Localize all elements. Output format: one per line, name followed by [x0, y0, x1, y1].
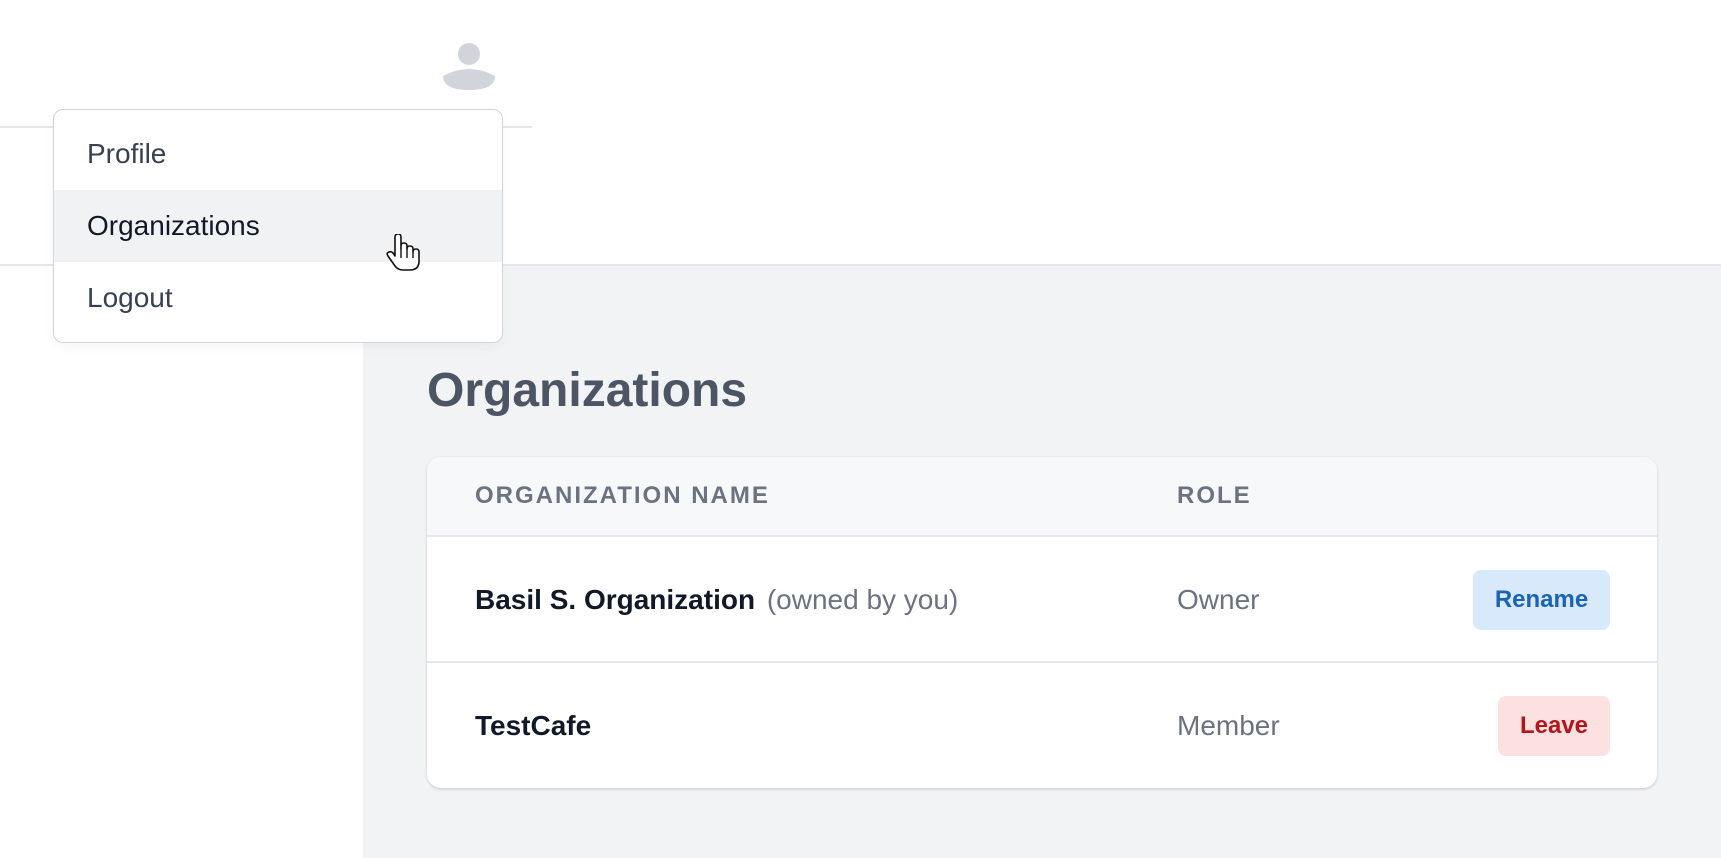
organization-name: TestCafe [475, 710, 592, 741]
organization-name: Basil S. Organization [475, 584, 756, 615]
ownership-note: (owned by you) [766, 584, 959, 615]
column-header-role: ROLE [1177, 482, 1252, 509]
table-row: Basil S. Organization (owned by you) Own… [427, 537, 1657, 663]
table-row: TestCafe Member Leave [427, 663, 1657, 788]
menu-item-profile[interactable]: Profile [54, 118, 502, 190]
menu-item-logout[interactable]: Logout [54, 262, 502, 334]
hand-pointer-cursor-icon [386, 233, 420, 272]
leave-button[interactable]: Leave [1498, 696, 1610, 756]
menu-item-organizations[interactable]: Organizations [54, 190, 502, 262]
user-dropdown-menu: Profile Organizations Logout [53, 109, 503, 343]
organization-name-cell: TestCafe [475, 663, 591, 788]
user-avatar-icon[interactable] [440, 40, 498, 98]
role-cell: Owner [1177, 584, 1260, 615]
column-header-organization-name: ORGANIZATION NAME [475, 482, 770, 509]
page: Organizations ORGANIZATION NAME ROLE Bas… [0, 0, 1721, 858]
organization-name-cell: Basil S. Organization (owned by you) [475, 537, 958, 663]
table-header: ORGANIZATION NAME ROLE [427, 457, 1657, 537]
sidebar [0, 266, 363, 858]
rename-button[interactable]: Rename [1473, 570, 1610, 630]
role-cell: Member [1177, 710, 1280, 741]
page-title: Organizations [427, 364, 748, 417]
organizations-table: ORGANIZATION NAME ROLE Basil S. Organiza… [427, 457, 1657, 788]
